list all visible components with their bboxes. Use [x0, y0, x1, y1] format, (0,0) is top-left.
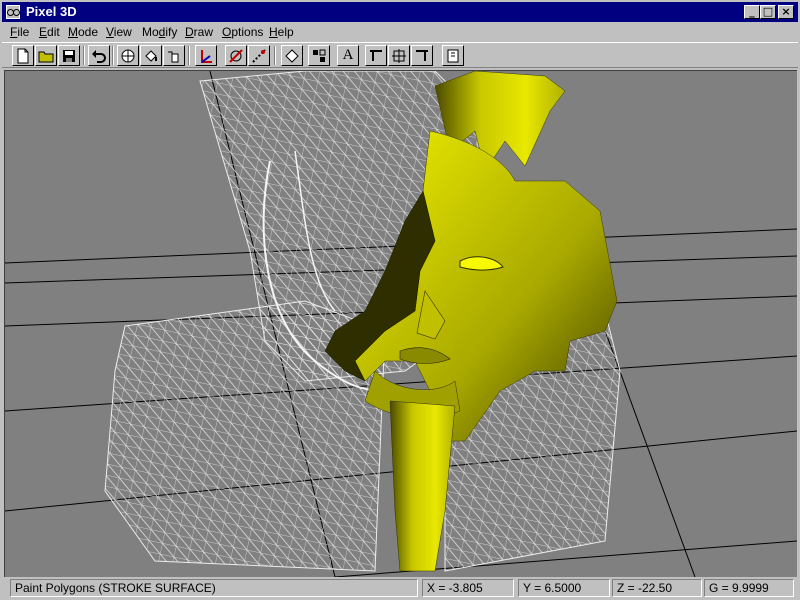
align-left-icon — [370, 49, 382, 61]
paint-button[interactable] — [140, 45, 162, 66]
title-bar[interactable]: Pixel 3D _ □ × — [2, 2, 798, 22]
menu-draw[interactable]: Draw — [185, 25, 213, 39]
align-right-button[interactable] — [411, 45, 433, 66]
menu-modify[interactable]: Modify — [142, 25, 177, 39]
scene-canvas[interactable] — [5, 71, 797, 577]
new-file-icon — [17, 48, 29, 63]
dotted-line-icon — [252, 48, 266, 63]
undo-icon — [92, 49, 106, 63]
status-g-value: G = 9.9999 — [704, 579, 794, 597]
menu-mode[interactable]: Mode — [68, 25, 98, 39]
menu-bar: File Edit Mode View Modify Draw Options … — [2, 22, 798, 42]
diamond-icon — [285, 48, 299, 63]
menu-view[interactable]: View — [106, 25, 132, 39]
menu-file[interactable]: File — [10, 25, 29, 39]
status-x-coordinate: X = -3.805 — [422, 579, 514, 597]
status-z-coordinate: Z = -22.50 — [612, 579, 702, 597]
text-tool-button[interactable]: A — [337, 45, 359, 66]
menu-edit[interactable]: Edit — [39, 25, 60, 39]
close-button[interactable]: × — [778, 5, 794, 19]
open-file-button[interactable] — [35, 45, 57, 66]
minimize-button[interactable]: _ — [744, 5, 760, 19]
app-window: Pixel 3D _ □ × File Edit Mode View Modif… — [0, 0, 800, 600]
align-left-button[interactable] — [365, 45, 387, 66]
group-button[interactable] — [308, 45, 330, 66]
shape-button[interactable] — [281, 45, 303, 66]
toolbar: A — [2, 42, 798, 68]
align-center-button[interactable] — [388, 45, 410, 66]
properties-button[interactable] — [442, 45, 464, 66]
draw-line-button[interactable] — [225, 45, 247, 66]
spray-button[interactable] — [163, 45, 185, 66]
save-button[interactable] — [58, 45, 80, 66]
save-disk-icon — [63, 49, 75, 62]
window-title: Pixel 3D — [26, 4, 77, 19]
status-bar: Paint Polygons (STROKE SURFACE) X = -3.8… — [2, 578, 798, 598]
properties-icon — [447, 49, 459, 62]
maximize-button[interactable]: □ — [760, 5, 776, 19]
paint-bucket-icon — [145, 49, 157, 62]
align-right-icon — [416, 49, 428, 61]
status-y-coordinate: Y = 6.5000 — [518, 579, 610, 597]
menu-help[interactable]: Help — [269, 25, 294, 39]
axis-button[interactable] — [195, 45, 217, 66]
select-points-button[interactable] — [248, 45, 270, 66]
line-tool-icon — [229, 48, 243, 63]
render-button[interactable] — [117, 45, 139, 66]
group-icon — [313, 49, 326, 62]
status-message: Paint Polygons (STROKE SURFACE) — [10, 579, 418, 597]
new-file-button[interactable] — [12, 45, 34, 66]
undo-button[interactable] — [88, 45, 110, 66]
menu-options[interactable]: Options — [222, 25, 263, 39]
app-icon[interactable] — [6, 5, 20, 19]
open-folder-icon — [38, 51, 54, 62]
sphere-icon — [121, 49, 135, 62]
spray-icon — [168, 51, 179, 62]
text-tool-icon: A — [342, 47, 354, 63]
align-center-icon — [392, 48, 406, 63]
viewport-3d[interactable] — [4, 70, 797, 577]
axis-icon — [201, 49, 212, 63]
